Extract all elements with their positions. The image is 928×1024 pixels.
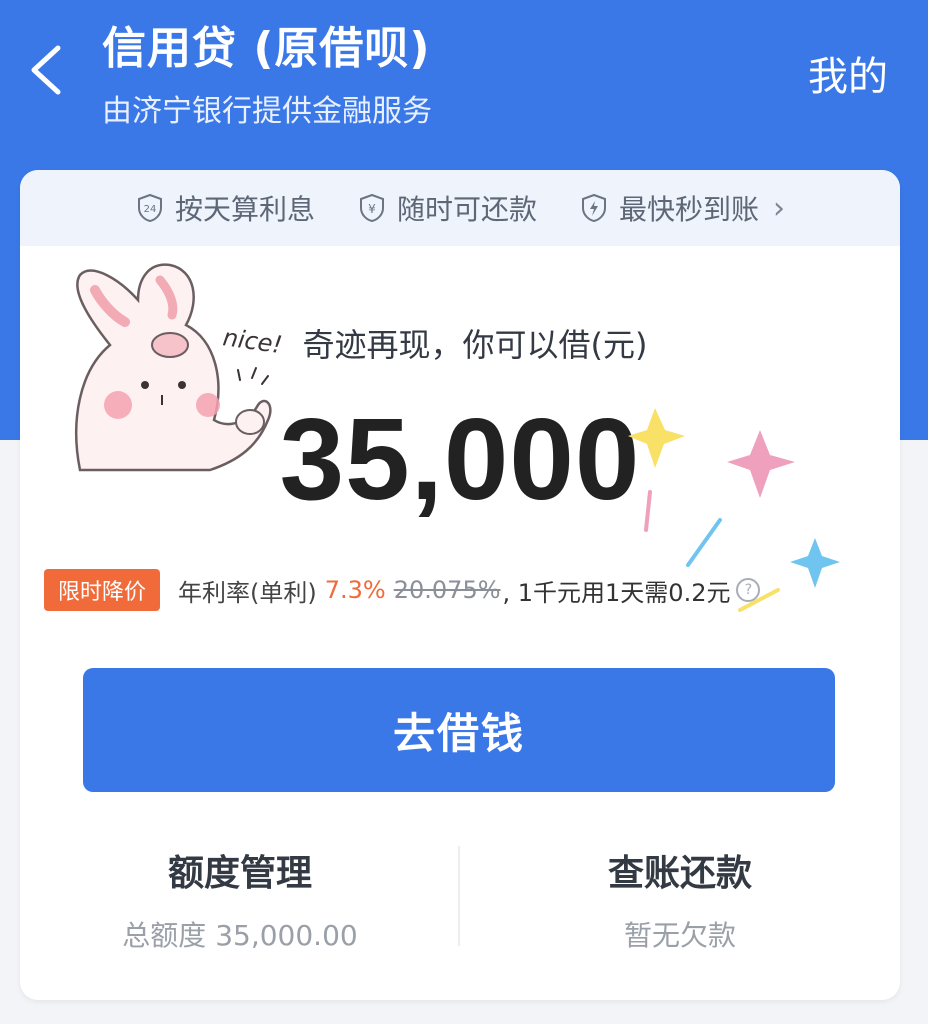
page-title: 信用贷 (原借呗) xyxy=(102,23,431,74)
clock-24-shield-icon: 24 xyxy=(137,193,162,223)
loan-amount: 35,000 xyxy=(279,394,641,524)
quota-total: 总额度 35,000.00 xyxy=(122,919,358,952)
discount-badge: 限时降价 xyxy=(44,569,161,611)
loan-headline: 奇迹再现，你可以借(元) xyxy=(302,326,648,364)
loan-card: 24 按天算利息 ¥ 随时可还款 最快秒到账 › 奇迹再现，你可以借(元) 35… xyxy=(20,170,900,1000)
info-icon[interactable]: ? xyxy=(736,578,761,602)
chevron-right-icon: › xyxy=(773,190,786,226)
svg-text:¥: ¥ xyxy=(368,202,376,216)
feature-repay-anytime: ¥ 随时可还款 xyxy=(357,188,537,228)
svg-text:24: 24 xyxy=(144,204,157,215)
quota-management[interactable]: 额度管理 总额度 35,000.00 xyxy=(20,844,460,954)
page-subtitle: 由济宁银行提供金融服务 xyxy=(102,94,432,129)
chevron-left-icon xyxy=(31,45,61,95)
mine-link[interactable]: 我的 xyxy=(808,44,888,102)
back-button[interactable] xyxy=(24,40,74,100)
features-bar[interactable]: 24 按天算利息 ¥ 随时可还款 最快秒到账 › xyxy=(20,170,900,246)
bills-repayment[interactable]: 查账还款 暂无欠款 xyxy=(460,844,900,954)
feature-label: 按天算利息 xyxy=(174,193,315,226)
bills-status: 暂无欠款 xyxy=(623,919,736,952)
rate-description: , 1千元用1天需0.2元 xyxy=(502,578,731,607)
borrow-button[interactable]: 去借钱 xyxy=(83,668,835,792)
rate-value: 7.3% xyxy=(324,576,386,604)
feature-daily-interest: 24 按天算利息 xyxy=(135,188,315,228)
rate-old-value: 20.075% xyxy=(393,576,501,604)
quota-management-title: 额度管理 xyxy=(167,853,312,894)
feature-fast-arrival: 最快秒到账 xyxy=(579,188,759,228)
yen-shield-icon: ¥ xyxy=(359,193,384,223)
bills-repayment-title: 查账还款 xyxy=(607,853,752,894)
rate-label: 年利率(单利) xyxy=(178,578,317,607)
feature-label: 随时可还款 xyxy=(396,193,537,226)
feature-label: 最快秒到账 xyxy=(619,193,760,226)
rate-row: 限时降价 年利率(单利) 7.3% 20.075% , 1千元用1天需0.2元 … xyxy=(44,569,870,611)
lightning-shield-icon xyxy=(582,193,606,223)
